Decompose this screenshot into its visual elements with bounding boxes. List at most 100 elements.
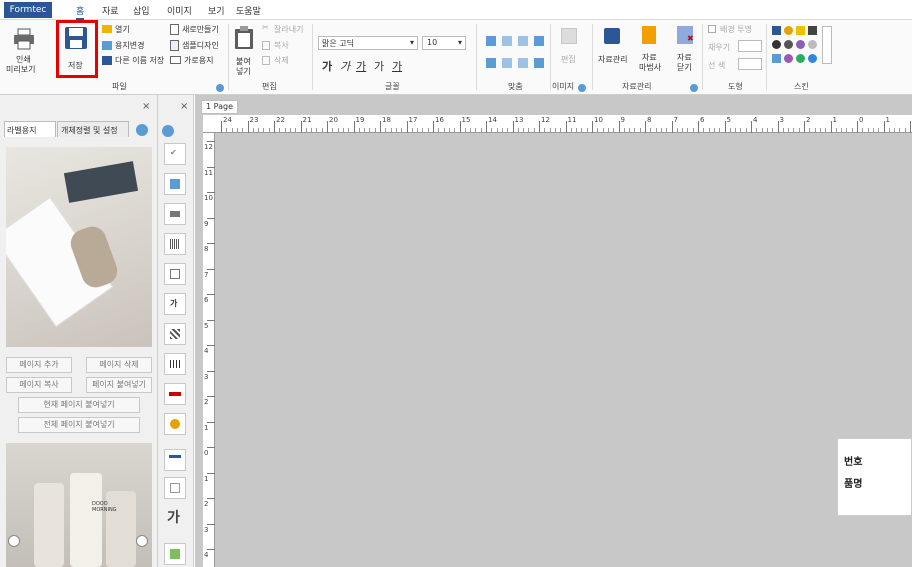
font-color-button[interactable]: 가 [392,58,402,74]
skin-swatch-7-icon[interactable] [796,40,805,49]
tool-line-button[interactable] [164,449,186,471]
label-field-box[interactable]: 번호 품명 [837,438,912,516]
add-page-button[interactable]: 페이지 추가 [6,357,72,373]
ruler-tick [207,141,215,142]
ruler-minor-tick [756,128,758,133]
align-middle-icon[interactable] [502,58,512,68]
skin-swatch-8-icon[interactable] [808,40,817,49]
skin-swatch-1-icon[interactable] [772,26,781,35]
bold-button[interactable]: 가 [322,58,332,74]
tool-table-button[interactable] [164,263,186,285]
tab-view[interactable]: 보기 [208,4,225,17]
print-preview-button[interactable]: 인쇄 미리보기 [4,24,44,78]
close-toolbox-icon[interactable]: × [180,101,188,112]
file-group-launcher-icon[interactable] [216,84,224,92]
copy-page-button[interactable]: 페이지 복사 [6,377,72,393]
tab-home[interactable]: 홈 [76,4,85,20]
tool-pattern-button[interactable] [164,383,186,405]
tool-barcode2-button[interactable] [164,353,186,375]
tool-stamp-button[interactable] [164,413,186,435]
paste-current-page-button[interactable]: 현재 페이지 붙여넣기 [18,397,140,413]
ruler-minor-tick [607,128,609,133]
delete-page-button[interactable]: 페이지 삭제 [86,357,152,373]
fill-color-picker[interactable] [738,40,762,52]
font-name-select[interactable]: 맑은 고딕 ▾ [318,36,418,50]
tool-image-button[interactable] [164,173,186,195]
ruler-minor-tick [422,128,424,133]
ruler-minor-tick [719,128,721,133]
ruler-minor-tick [226,128,228,133]
tab-image[interactable]: 이미지 [167,4,192,17]
skin-swatch-4-icon[interactable] [808,26,817,35]
line-color-picker[interactable] [738,58,762,70]
strikeout-button[interactable]: 가 [374,58,384,74]
data-manage-label: 자료관리 [598,55,628,64]
ruler-minor-tick [549,128,551,133]
skin-swatch-3-icon[interactable] [796,26,805,35]
skin-swatch-2-icon[interactable] [784,26,793,35]
skin-swatch-10-icon[interactable] [784,54,793,63]
skin-swatch-11-icon[interactable] [796,54,805,63]
ruler-tick [207,217,215,219]
align-bottom-icon[interactable] [518,58,528,68]
ruler-minor-tick [411,128,413,133]
canvas-area[interactable]: 1 Page 24 23 22 21 20 19 18 17 16 15 14 13 12 11 10 9 8 7… [195,95,912,567]
data-wizard-button[interactable]: 자료 마법사 [636,24,664,74]
tab-label-paper[interactable]: 라벨용지 [4,121,56,137]
align-top-icon[interactable] [486,58,496,68]
skin-swatch-9-icon[interactable] [772,54,781,63]
ruler-minor-tick [427,128,429,133]
ruler-label: 23 [249,116,259,124]
data-manage-button[interactable]: 자료관리 [596,28,628,68]
ruler-minor-tick [305,128,307,133]
font-size-select[interactable]: 10 ▾ [422,36,466,50]
tab-help[interactable]: 도움말 [236,4,261,17]
image-edit-button[interactable]: 편집 [556,28,584,68]
panel-settings-icon[interactable] [136,124,148,136]
distribute-icon[interactable] [534,58,544,68]
prev-arrow-icon[interactable] [8,535,20,547]
underline-button[interactable]: 가 [356,58,366,74]
align-right-icon[interactable] [518,36,528,46]
line-color-label: 선 색 [708,61,726,70]
tool-qr-button[interactable] [164,323,186,345]
italic-button[interactable]: 가 [340,58,350,74]
tab-insert[interactable]: 삽입 [133,4,150,17]
ruler-minor-tick [295,128,297,133]
ruler-tick [565,121,567,133]
skin-swatch-5-icon[interactable] [772,40,781,49]
tab-object-align[interactable]: 개체정렬 및 설정 [57,121,129,137]
tool-textbox-button[interactable] [164,203,186,225]
tool-barcode-button[interactable] [164,233,186,255]
skin-swatch-6-icon[interactable] [784,40,793,49]
brand-tab[interactable]: Formtec [4,2,52,18]
ruler-tick [221,121,222,133]
tool-char-button[interactable]: 가 [164,293,186,315]
paste-page-button[interactable]: 페이지 붙여넣기 [86,377,152,393]
paste-button[interactable]: 붙여 넣기 [232,24,256,76]
close-panel-icon[interactable]: × [142,101,150,112]
chevron-down-icon: ▾ [457,38,462,47]
landscape-icon [170,56,181,64]
align-left-icon[interactable] [486,36,496,46]
tool-table2-button[interactable] [164,477,186,499]
data-group-launcher-icon[interactable] [690,84,698,92]
toolbox-settings-icon[interactable] [162,125,174,137]
tab-data[interactable]: 자료 [102,4,119,17]
skin-more-button[interactable] [822,26,832,64]
skin-swatch-12-icon[interactable] [808,54,817,63]
page-tab[interactable]: 1 Page [201,100,238,114]
data-close-button[interactable]: ✖ 자료 닫기 [672,24,700,74]
paste-all-pages-button[interactable]: 전체 페이지 붙여넣기 [18,417,140,433]
tool-check-button[interactable]: ✔ [164,143,186,165]
ruler-label: 3 [204,372,209,381]
tab-object-align-text: 개체정렬 및 설정 [61,126,118,135]
tool-picture-button[interactable] [164,543,186,565]
image-group-launcher-icon[interactable] [578,84,586,92]
next-arrow-icon[interactable] [136,535,148,547]
align-center-icon[interactable] [502,36,512,46]
tool-text-button[interactable]: 가 [164,507,186,529]
ruler-tick [830,121,832,133]
ruler-minor-tick [841,128,843,133]
align-justify-icon[interactable] [534,36,544,46]
